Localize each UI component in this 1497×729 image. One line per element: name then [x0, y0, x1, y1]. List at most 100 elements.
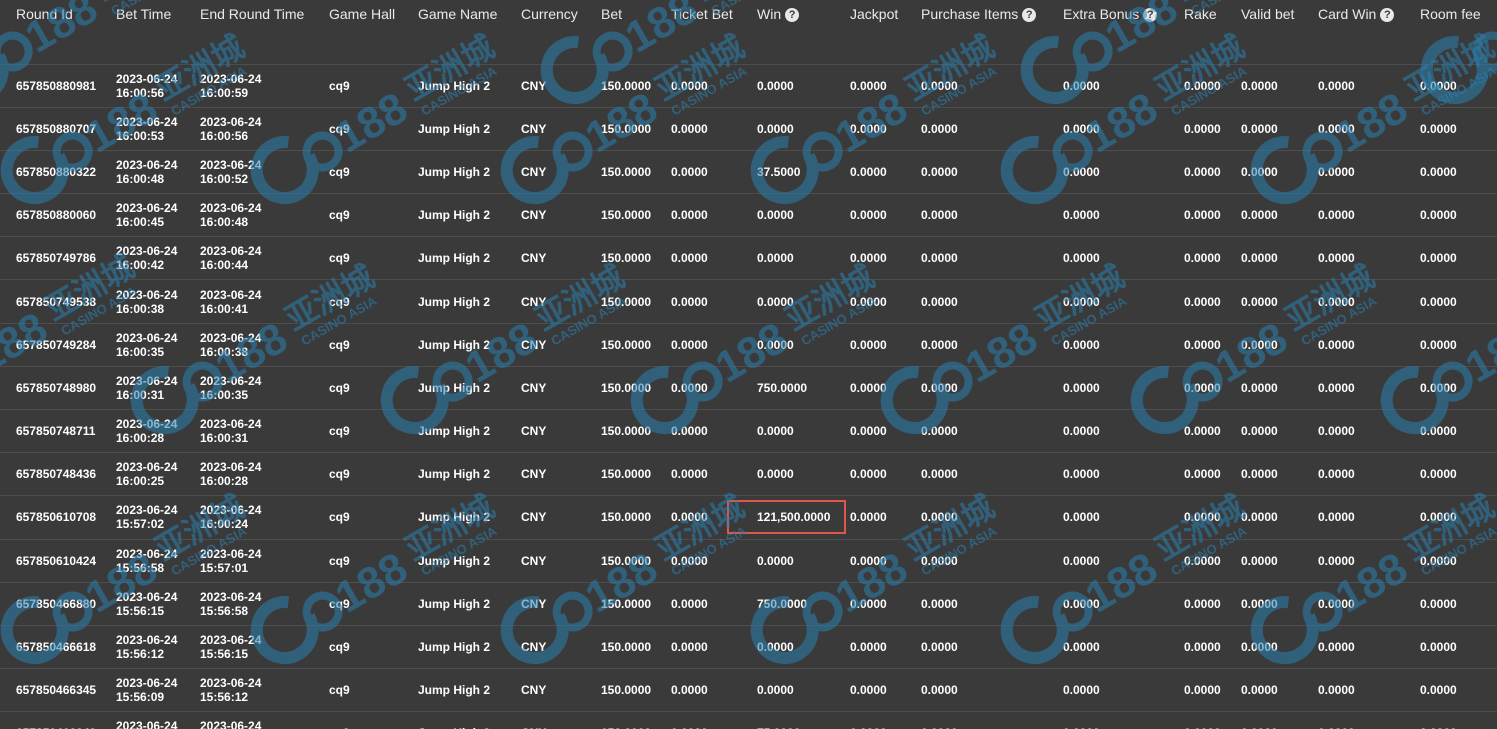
win-cell: 0.0000	[757, 208, 794, 223]
win-cell: 750.0000	[757, 596, 808, 611]
table-row[interactable]: 657850880981 2023-06-24 16:00:56 2023-06-24…	[0, 64, 1497, 108]
card-win-cell: 0.0000	[1318, 337, 1355, 352]
column-header-purchase-items[interactable]: Purchase Items?	[921, 0, 1063, 30]
column-header-win[interactable]: Win?	[757, 0, 850, 30]
table-row[interactable]: 657850610424 2023-06-24 15:56:58 2023-06-24…	[0, 539, 1497, 583]
ticket-bet-cell: 0.0000	[671, 337, 708, 352]
column-header-valid-bet[interactable]: Valid bet	[1241, 0, 1318, 30]
column-header-extra-bonus[interactable]: Extra Bonus?	[1063, 0, 1184, 30]
jackpot-cell: 0.0000	[850, 424, 887, 439]
bet-cell: 150.0000	[601, 424, 652, 439]
jackpot-cell: 0.0000	[850, 712, 921, 729]
time-text: 16:00:59	[200, 85, 249, 100]
column-header-end-round-time[interactable]: End Round Time	[200, 0, 329, 30]
table-row[interactable]: 657850749786 2023-06-24 16:00:42 2023-06-24…	[0, 237, 1497, 280]
valid-bet-cell: 0.0000	[1241, 683, 1278, 698]
column-header-label: Win	[757, 6, 782, 22]
card-win-cell: 0.0000	[1318, 164, 1355, 179]
game-hall-cell: cq9	[329, 467, 350, 482]
date-text: 2023-06-24	[200, 417, 262, 432]
purchase-items-cell: 0.0000	[921, 294, 958, 309]
column-header-card-win[interactable]: Card Win?	[1318, 0, 1420, 30]
date-text: 2023-06-24	[200, 157, 262, 172]
purchase-items-cell: 0.0000	[921, 510, 958, 525]
valid-bet-cell: 0.0000	[1241, 596, 1278, 611]
table-row[interactable]: 657850880060 2023-06-24 16:00:45 2023-06-24…	[0, 194, 1497, 237]
table-row[interactable]: 6578504660402023-06-2415:56:062023-06-24…	[0, 712, 1497, 729]
column-header-bet-time[interactable]: Bet Time	[116, 0, 200, 30]
column-header-game-name[interactable]: Game Name	[418, 0, 521, 30]
table-row[interactable]: 657850748980 2023-06-24 16:00:31 2023-06-24…	[0, 366, 1497, 410]
column-header-bet[interactable]: Bet	[601, 0, 671, 30]
column-header-label: Ticket Bet	[671, 6, 733, 22]
table-row[interactable]: 657850466880 2023-06-24 15:56:15 2023-06-24…	[0, 582, 1497, 626]
extra-bonus-cell: 0.0000	[1063, 683, 1100, 698]
valid-bet-cell: 0.0000	[1241, 208, 1278, 223]
purchase-items-cell: 0.0000	[921, 683, 958, 698]
extra-bonus-cell: 0.0000	[1063, 424, 1100, 439]
bet-time-cell: 2023-06-24 16:00:42	[116, 237, 200, 280]
purchase-items-cell: 0.0000	[921, 251, 958, 266]
time-text: 16:00:52	[200, 171, 249, 186]
win-cell: 750.0000	[757, 380, 808, 395]
currency-cell: CNY	[521, 380, 547, 395]
table-row[interactable]: 657850749538 2023-06-24 16:00:38 2023-06-24…	[0, 280, 1497, 324]
help-icon[interactable]: ?	[1380, 8, 1395, 22]
valid-bet-cell: 0.0000	[1241, 424, 1278, 439]
column-header-ticket-bet[interactable]: Ticket Bet	[671, 0, 757, 30]
column-header-rake[interactable]: Rake	[1184, 0, 1241, 30]
column-header-game-hall[interactable]: Game Hall	[329, 0, 418, 30]
round-id-cell: 657850880060	[16, 208, 97, 223]
game-name-cell: Jump High 2	[418, 553, 491, 568]
jackpot-cell: 0.0000	[850, 553, 887, 568]
bet-time-cell: 2023-06-24 16:00:28	[116, 410, 200, 453]
help-icon[interactable]: ?	[785, 8, 800, 22]
column-header-jackpot[interactable]: Jackpot	[850, 0, 921, 30]
date-text: 2023-06-24	[116, 157, 178, 172]
table-row[interactable]: 657850880322 2023-06-24 16:00:48 2023-06-24…	[0, 150, 1497, 194]
game-hall-cell: cq9	[329, 640, 350, 655]
help-icon[interactable]: ?	[1022, 8, 1037, 22]
table-row[interactable]: 657850466618 2023-06-24 15:56:12 2023-06-24…	[0, 625, 1497, 669]
date-text: 2023-06-24	[116, 719, 178, 729]
table-row[interactable]: 657850610708 2023-06-24 15:57:02 2023-06-24…	[0, 496, 1497, 540]
card-win-cell: 0.0000	[1318, 553, 1355, 568]
extra-bonus-cell: 0.0000	[1063, 467, 1100, 482]
jackpot-cell: 0.0000	[850, 510, 887, 525]
currency-cell: CNY	[521, 337, 547, 352]
date-text: 2023-06-24	[200, 546, 262, 561]
date-text: 2023-06-24	[200, 633, 262, 648]
table-row[interactable]: 657850748436 2023-06-24 16:00:25 2023-06-24…	[0, 453, 1497, 496]
extra-bonus-cell: 0.0000	[1063, 164, 1100, 179]
rake-cell: 0.0000	[1184, 78, 1221, 93]
win-cell: 0.0000	[757, 251, 794, 266]
column-header-round-id[interactable]: Round Id	[0, 0, 116, 30]
column-header-room-fee[interactable]: Room fee	[1420, 0, 1497, 30]
time-text: 16:00:38	[200, 344, 249, 359]
ticket-bet-cell: 0.0000	[671, 78, 708, 93]
currency-cell: CNY	[521, 553, 547, 568]
help-icon[interactable]: ?	[1143, 8, 1158, 22]
bet-time-cell: 2023-06-24 16:00:53	[116, 107, 200, 150]
game-name-cell: Jump High 2	[418, 380, 491, 395]
column-header-label: Currency	[521, 6, 578, 22]
card-win-cell: 0.0000	[1318, 510, 1355, 525]
time-text: 15:56:15	[116, 603, 165, 618]
bet-cell: 150.0000	[601, 251, 652, 266]
table-row[interactable]: 657850749284 2023-06-24 16:00:35 2023-06-24…	[0, 323, 1497, 367]
table-row[interactable]: 657850466345 2023-06-24 15:56:09 2023-06-24…	[0, 669, 1497, 712]
column-header-label: Round Id	[16, 6, 73, 22]
table-row[interactable]: 657850748711 2023-06-24 16:00:28 2023-06-24…	[0, 410, 1497, 453]
game-name-cell: Jump High 2	[418, 78, 491, 93]
date-text: 2023-06-24	[200, 114, 262, 129]
rake-cell: 0.0000	[1184, 640, 1221, 655]
card-win-cell: 0.0000	[1318, 294, 1355, 309]
extra-bonus-cell: 0.0000	[1063, 380, 1100, 395]
column-header-currency[interactable]: Currency	[521, 0, 601, 30]
currency-cell: CNY	[521, 683, 547, 698]
date-text: 2023-06-24	[116, 71, 178, 86]
ticket-bet-cell: 0.0000	[671, 596, 708, 611]
table-row[interactable]: 657850880707 2023-06-24 16:00:53 2023-06-24…	[0, 107, 1497, 151]
end-round-time-cell: 2023-06-24 16:00:56	[200, 107, 329, 150]
date-text: 2023-06-24	[200, 589, 262, 604]
